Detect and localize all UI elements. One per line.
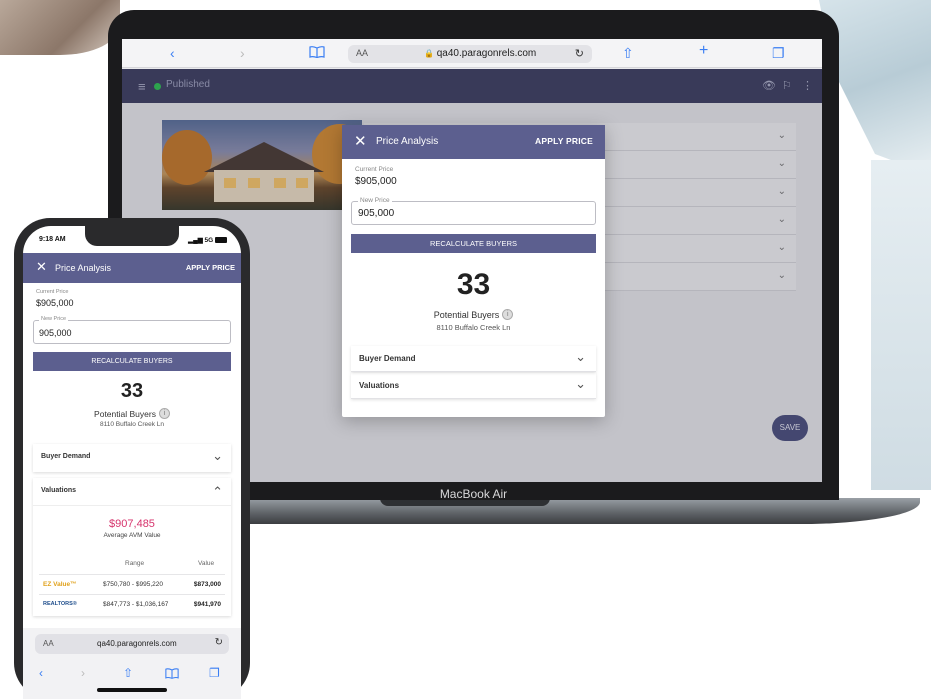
property-address: 8110 Buffalo Creek Ln: [99, 421, 165, 428]
valuation-value: $873,000: [193, 581, 221, 588]
valuations-panel: Valuations ⌃ $907,485 Average AVM Value …: [33, 478, 231, 616]
dialog-header: ✕ Price Analysis APPLY PRICE: [23, 253, 241, 283]
dialog-header: ✕ Price Analysis APPLY PRICE: [342, 125, 605, 159]
forward-icon[interactable]: ›: [240, 46, 245, 60]
apply-price-button[interactable]: APPLY PRICE: [186, 263, 235, 272]
info-icon[interactable]: i: [158, 408, 170, 419]
potential-buyers-label: Potential Buyers i: [23, 408, 241, 419]
recalculate-buyers-button[interactable]: RECALCULATE BUYERS: [33, 352, 231, 371]
apply-price-button[interactable]: APPLY PRICE: [535, 136, 593, 146]
chevron-down-icon: ⌄: [575, 376, 586, 391]
background-photo-left: [0, 0, 120, 55]
buyer-demand-accordion[interactable]: Buyer Demand ⌄: [351, 346, 596, 372]
url-text: 🔒 qa40.paragonrels.com: [424, 48, 536, 59]
dialog-title: Price Analysis: [55, 263, 112, 273]
browser-toolbar: ‹ › AA 🔒 qa40.paragonrels.com ↻ ⇧ + ❐: [122, 39, 822, 68]
valuation-range: $847,773 - $1,036,167: [103, 601, 169, 608]
buyer-demand-label: Buyer Demand: [359, 354, 416, 363]
valuations-accordion[interactable]: Valuations ⌄: [351, 373, 596, 399]
realtors-logo: REALTORS®: [43, 601, 77, 607]
phone-device: 9:18 AM ▂▄▆ 5G ✕ Price Analysis APPLY PR…: [14, 218, 250, 699]
phone-screen: 9:18 AM ▂▄▆ 5G ✕ Price Analysis APPLY PR…: [23, 226, 241, 699]
current-price-label: Current Price: [36, 289, 69, 295]
status-signal: ▂▄▆ 5G: [188, 236, 227, 244]
valuations-header[interactable]: Valuations ⌃: [33, 478, 231, 506]
potential-buyers-text: Potential Buyers: [433, 310, 500, 320]
bookmarks-icon[interactable]: [309, 46, 325, 61]
buyer-demand-accordion[interactable]: Buyer Demand ⌄: [33, 444, 231, 472]
reload-icon[interactable]: ↻: [215, 637, 223, 648]
chevron-down-icon: ⌄: [575, 349, 586, 364]
ez-value-logo: EZ Value™: [43, 581, 77, 588]
current-price-value: $905,000: [36, 298, 74, 308]
background-photo-right-lower: [871, 160, 931, 490]
potential-buyers-text: Potential Buyers: [94, 409, 156, 419]
status-time: 9:18 AM: [39, 236, 66, 243]
url-text: qa40.paragonrels.com: [97, 639, 177, 648]
lock-icon: 🔒: [424, 49, 434, 58]
phone-notch: [85, 226, 179, 246]
info-icon[interactable]: i: [502, 309, 514, 320]
marketing-scene: ‹ › AA 🔒 qa40.paragonrels.com ↻ ⇧ + ❐ ≡ …: [0, 0, 931, 699]
recalculate-buyers-button[interactable]: RECALCULATE BUYERS: [351, 234, 596, 253]
back-icon[interactable]: ‹: [170, 46, 175, 60]
property-address: 8110 Buffalo Creek Ln: [436, 323, 511, 332]
battery-icon: [215, 237, 227, 243]
valuations-label: Valuations: [359, 381, 400, 390]
current-price-value: $905,000: [355, 176, 397, 187]
buyer-demand-label: Buyer Demand: [41, 453, 91, 460]
new-tab-icon[interactable]: +: [699, 43, 708, 59]
potential-buyers-label: Potential Buyers i: [342, 309, 605, 320]
chevron-down-icon: ⌄: [212, 448, 223, 463]
home-indicator: [97, 688, 167, 692]
new-price-label: New Price: [39, 316, 69, 322]
reload-icon[interactable]: ↻: [575, 47, 584, 60]
valuation-value: $941,970: [193, 601, 221, 608]
forward-icon[interactable]: ›: [81, 666, 85, 680]
new-price-value[interactable]: 905,000: [358, 208, 394, 219]
text-size-button[interactable]: AA: [43, 639, 54, 648]
network-type: 5G: [204, 237, 214, 244]
back-icon[interactable]: ‹: [39, 666, 43, 680]
share-icon[interactable]: ⇧: [123, 666, 133, 680]
price-analysis-dialog: ✕ Price Analysis APPLY PRICE Current Pri…: [342, 125, 605, 417]
url-value: qa40.paragonrels.com: [436, 48, 537, 59]
new-price-field[interactable]: New Price 905,000: [351, 197, 596, 225]
address-bar[interactable]: AA 🔒 qa40.paragonrels.com ↻: [348, 45, 592, 63]
potential-buyers-count: 33: [456, 268, 491, 301]
current-price-label: Current Price: [355, 166, 394, 173]
bookmarks-icon[interactable]: [165, 668, 179, 682]
address-bar[interactable]: AA qa40.paragonrels.com ↻: [35, 634, 229, 654]
value-column-header: Value: [198, 560, 215, 567]
tabs-icon[interactable]: ❐: [772, 46, 785, 60]
valuations-label: Valuations: [41, 487, 77, 494]
chevron-up-icon: ⌃: [212, 484, 223, 499]
close-icon[interactable]: ✕: [354, 132, 367, 150]
new-price-label: New Price: [358, 197, 392, 204]
dialog-title: Price Analysis: [376, 136, 439, 147]
range-column-header: Range: [125, 560, 145, 567]
valuation-range: $750,780 - $995,220: [103, 581, 163, 588]
signal-icon: ▂▄▆: [188, 237, 203, 244]
tabs-icon[interactable]: ❐: [209, 666, 220, 680]
new-price-field[interactable]: New Price 905,000: [33, 316, 231, 344]
text-size-button[interactable]: AA: [356, 48, 368, 58]
close-icon[interactable]: ✕: [36, 259, 47, 275]
average-avm-label: Average AVM Value: [103, 532, 161, 539]
share-icon[interactable]: ⇧: [622, 46, 634, 60]
potential-buyers-count: 33: [120, 380, 144, 402]
new-price-value[interactable]: 905,000: [39, 328, 72, 338]
valuation-row: EZ Value™ $750,780 - $995,220 $873,000: [39, 574, 225, 594]
average-avm-value: $907,485: [109, 518, 155, 530]
valuation-row: REALTORS® $847,773 - $1,036,167 $941,970: [39, 594, 225, 614]
